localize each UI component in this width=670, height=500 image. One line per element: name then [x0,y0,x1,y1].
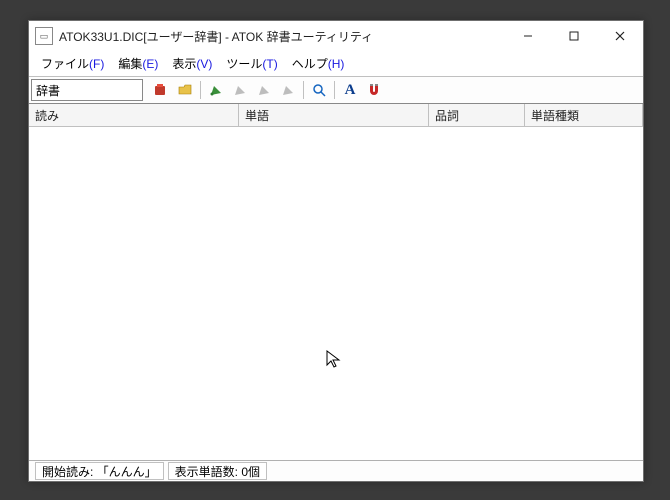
menu-tool[interactable]: ツール(T) [220,53,283,74]
app-window: ▭ ATOK33U1.DIC[ユーザー辞書] - ATOK 辞書ユーティリティ … [28,20,644,482]
separator-icon [334,81,335,99]
status-start-reading: 開始読み: 「んんん」 [35,462,164,480]
separator-icon [200,81,201,99]
open-icon[interactable] [174,79,196,101]
menu-view-hotkey: (V) [196,57,212,71]
dictionary-selector[interactable]: 辞書 [31,79,143,101]
menu-edit[interactable]: 編集(E) [112,53,164,74]
titlebar: ▭ ATOK33U1.DIC[ユーザー辞書] - ATOK 辞書ユーティリティ [29,21,643,51]
font-icon[interactable]: A [339,79,361,101]
menu-file-label: ファイル [41,57,89,71]
table-body[interactable] [29,127,643,460]
magnet-icon[interactable] [363,79,385,101]
menu-edit-label: 編集 [118,57,142,71]
brush3-icon[interactable] [277,79,299,101]
column-reading[interactable]: 読み [29,104,239,126]
menu-file-hotkey: (F) [89,57,104,71]
app-icon: ▭ [35,27,53,45]
add-entry-icon[interactable] [205,79,227,101]
statusbar: 開始読み: 「んんん」 表示単語数: 0個 [29,460,643,481]
menu-tool-label: ツール [226,57,262,71]
menu-view[interactable]: 表示(V) [166,53,218,74]
menu-help-label: ヘルプ [292,57,328,71]
brush2-icon[interactable] [253,79,275,101]
menubar: ファイル(F) 編集(E) 表示(V) ツール(T) ヘルプ(H) [29,51,643,77]
menu-help[interactable]: ヘルプ(H) [286,53,351,74]
menu-tool-hotkey: (T) [262,57,277,71]
maximize-button[interactable] [551,21,597,51]
menu-help-hotkey: (H) [328,57,345,71]
column-pos[interactable]: 品詞 [429,104,525,126]
new-icon[interactable] [150,79,172,101]
search-icon[interactable] [308,79,330,101]
menu-file[interactable]: ファイル(F) [35,53,110,74]
status-word-count: 表示単語数: 0個 [168,462,267,480]
toolbar: 辞書 A [29,77,643,104]
close-button[interactable] [597,21,643,51]
cursor-icon [326,350,342,370]
table-header: 読み 単語 品詞 単語種類 [29,104,643,127]
column-type[interactable]: 単語種類 [525,104,643,126]
separator-icon [303,81,304,99]
minimize-button[interactable] [505,21,551,51]
menu-edit-hotkey: (E) [142,57,158,71]
window-title: ATOK33U1.DIC[ユーザー辞書] - ATOK 辞書ユーティリティ [59,28,505,45]
column-word[interactable]: 単語 [239,104,429,126]
menu-view-label: 表示 [172,57,196,71]
brush1-icon[interactable] [229,79,251,101]
